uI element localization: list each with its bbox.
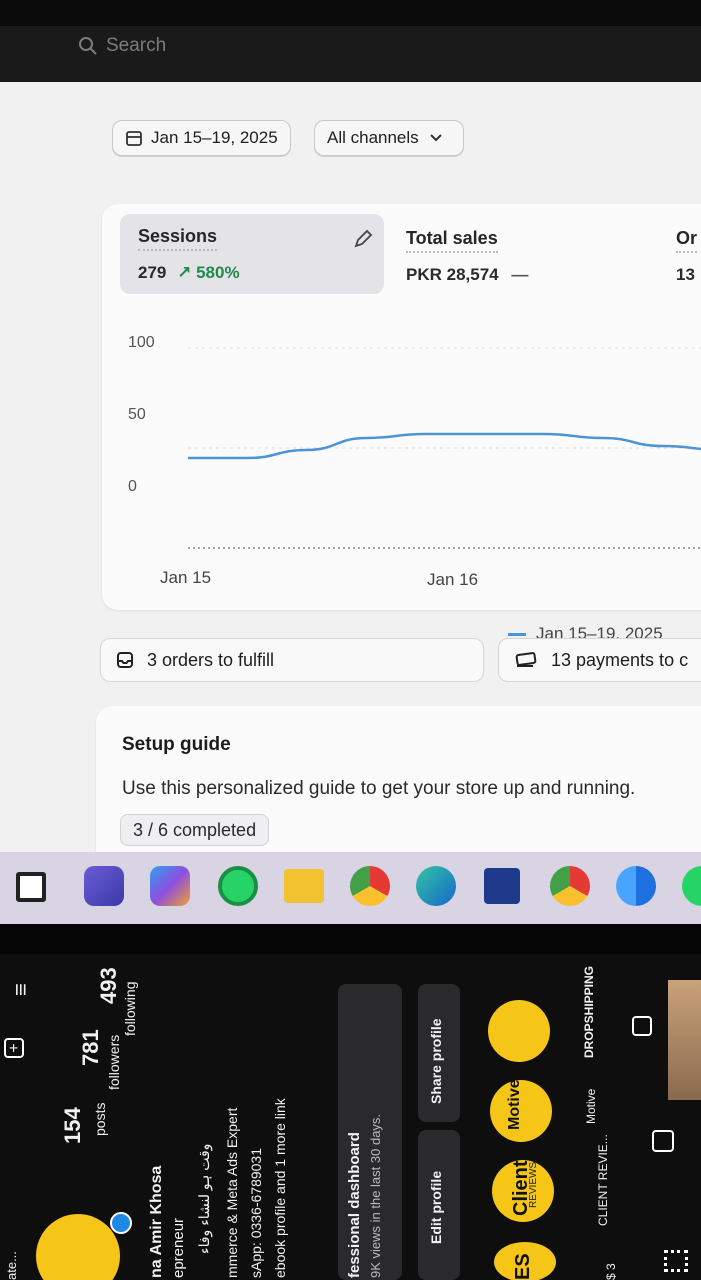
metric-name: Sessions <box>138 226 218 251</box>
windows-taskbar <box>0 852 701 924</box>
highlight-cover-text: REVIEWS <box>528 1161 539 1208</box>
x-tick: Jan 16 <box>427 570 479 589</box>
store-icon[interactable] <box>484 868 520 904</box>
bio-line: sApp: 0336-6789031 <box>248 1148 264 1278</box>
metric-name: Or <box>676 228 698 253</box>
whatsapp-icon[interactable] <box>218 866 258 906</box>
metric-sessions[interactable]: Sessions 279 ↗ 580% <box>138 226 240 283</box>
setup-guide-title: Setup guide <box>122 734 231 755</box>
chrome-alt-icon[interactable] <box>616 866 656 906</box>
highlight-label: Motive <box>584 1088 598 1124</box>
highlight-dropshipping[interactable] <box>488 1000 550 1062</box>
highlight-cover-text: ES <box>512 1253 534 1280</box>
metric-value: 279 <box>138 263 167 282</box>
avatar[interactable] <box>36 1214 120 1280</box>
admin-topbar: Search <box>0 26 701 82</box>
phone-device: ≡ + 154 posts 781 followers 493 followin… <box>0 924 701 1280</box>
add-story-icon[interactable] <box>110 1212 132 1234</box>
series-line <box>188 432 701 460</box>
channel-filter[interactable]: All channels <box>314 120 464 156</box>
orders-to-fulfill[interactable]: 3 orders to fulfill <box>100 638 484 682</box>
instagram-profile: ≡ + 154 posts 781 followers 493 followin… <box>0 954 701 1280</box>
y-tick: 0 <box>128 478 137 495</box>
share-profile-label: Share profile <box>428 1018 444 1104</box>
post-thumbnail[interactable] <box>668 980 701 1100</box>
metric-delta: — <box>511 265 529 284</box>
calendar-icon <box>126 131 142 146</box>
orders-label: 3 orders to fulfill <box>147 649 275 670</box>
setup-guide-description: Use this personalized guide to get your … <box>122 778 636 799</box>
y-tick: 100 <box>128 334 155 351</box>
payments-label: 13 payments to c <box>551 649 689 670</box>
add-post-icon[interactable]: + <box>4 1038 24 1058</box>
metric-value-row: 13 <box>676 265 697 285</box>
analytics-card: Sessions 279 ↗ 580% Total sales PKR 28,5… <box>102 204 701 643</box>
date-range-picker[interactable]: Jan 15–19, 2025 <box>112 120 291 156</box>
metric-name: Total sales <box>406 228 498 253</box>
name-partial: ate... <box>4 1251 19 1280</box>
sessions-chart <box>188 347 701 549</box>
search-placeholder: Search <box>106 35 167 56</box>
metric-total-sales[interactable]: Total sales PKR 28,574 — <box>406 228 528 285</box>
menu-icon[interactable]: ≡ <box>8 983 34 996</box>
inbox-icon <box>117 652 133 668</box>
teams-icon[interactable] <box>84 866 124 906</box>
metric-delta: ↗ 580% <box>177 263 240 282</box>
laptop-screen: Search Jan 15–19, 2025 All channels Sess… <box>0 26 701 924</box>
home-dashboard: Jan 15–19, 2025 All channels Sessions 27… <box>0 82 701 866</box>
metric-value-row: 279 ↗ 580% <box>138 263 240 283</box>
bio-line: وقت ہو لنشاء وفاء <box>196 1143 212 1254</box>
stat-posts-count: 154 <box>60 1107 85 1144</box>
metric-value-row: PKR 28,574 — <box>406 265 528 285</box>
copilot-icon[interactable] <box>150 866 190 906</box>
dashboard-subtitle: 9K views in the last 30 days. <box>368 1113 383 1278</box>
stat-followers-count[interactable]: 781 <box>78 1029 104 1066</box>
pencil-icon[interactable] <box>352 228 374 250</box>
stat-following-count[interactable]: 493 <box>96 967 122 1004</box>
stat-posts-label: posts <box>92 1102 108 1136</box>
highlight-label: $ 3 <box>604 1263 618 1280</box>
payments-to-capture[interactable]: 13 payments to c <box>498 638 701 682</box>
start-icon[interactable] <box>16 872 46 902</box>
chevron-down-icon <box>429 134 442 142</box>
setup-progress-badge: 3 / 6 completed <box>120 814 270 846</box>
stat-following-label[interactable]: following <box>122 982 138 1036</box>
file-explorer-icon[interactable] <box>284 869 324 903</box>
payment-icon <box>515 652 537 667</box>
chrome-profile-icon[interactable] <box>550 866 590 906</box>
tagged-tab-icon[interactable] <box>632 1016 652 1036</box>
y-tick: 50 <box>128 406 146 423</box>
whatsapp-partial-icon[interactable] <box>682 866 701 906</box>
edge-icon[interactable] <box>416 866 456 906</box>
bio-name: na Amir Khosa <box>148 1165 165 1278</box>
bio-line: mmerce & Meta Ads Expert <box>224 1107 240 1278</box>
metric-value: PKR 28,574 <box>406 265 499 284</box>
bio-links[interactable]: ebook profile and 1 more link <box>272 1098 288 1278</box>
channel-filter-label: All channels <box>327 128 419 147</box>
highlight-cover-text: Motive <box>506 1079 523 1130</box>
reels-tab-icon[interactable] <box>652 1130 674 1152</box>
bio-line: epreneur <box>170 1217 187 1278</box>
grid-tab-icon[interactable] <box>664 1250 688 1272</box>
search-icon <box>79 37 97 55</box>
highlight-label: DROPSHIPPING <box>582 965 596 1058</box>
setup-guide-card: Setup guide Use this personalized guide … <box>96 706 701 866</box>
highlight-label: CLIENT REVIE... <box>596 1134 610 1226</box>
search-bar[interactable]: Search <box>70 32 530 60</box>
stat-followers-label[interactable]: followers <box>106 1035 122 1090</box>
chrome-icon[interactable] <box>350 866 390 906</box>
edit-profile-label: Edit profile <box>428 1170 444 1244</box>
x-tick: Jan 15 <box>160 568 212 587</box>
metric-orders[interactable]: Or 13 <box>676 228 698 285</box>
legend-swatch <box>508 632 526 636</box>
date-range-label: Jan 15–19, 2025 <box>151 128 278 147</box>
dashboard-title: fessional dashboard <box>346 1132 363 1278</box>
metric-value: 13 <box>676 265 695 284</box>
